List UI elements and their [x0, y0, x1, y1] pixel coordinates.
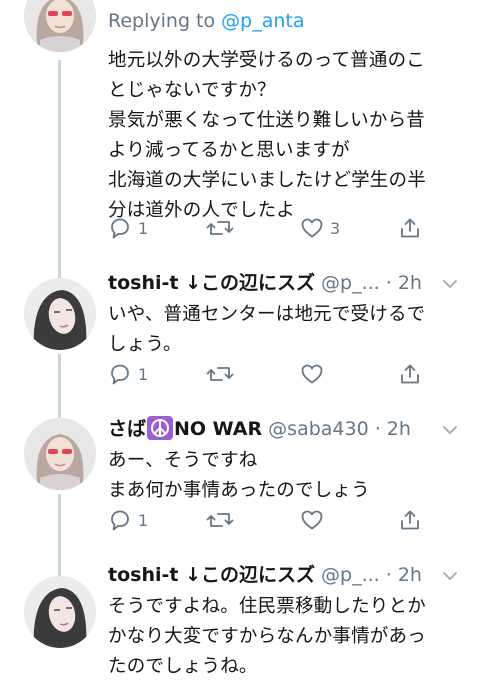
chevron-down-icon[interactable]	[442, 422, 458, 438]
like-button[interactable]	[300, 506, 324, 534]
avatar-toshi-t[interactable]	[24, 278, 96, 350]
thread-line	[58, 60, 61, 258]
tweet-header: toshi-t ↓この辺にスズ @p_... · 2h	[108, 560, 460, 590]
reply-button[interactable]: 1	[108, 360, 148, 388]
share-icon	[401, 218, 419, 238]
heart-icon	[301, 364, 323, 384]
retweet-button[interactable]	[206, 506, 234, 534]
retweet-icon	[206, 221, 234, 235]
tweet-actions: 1	[108, 360, 428, 388]
reply-icon	[111, 218, 129, 239]
tweet-1[interactable]: Replying to @p_anta 地元以外の大学受けるのって普通のこ とじ…	[0, 0, 480, 258]
reply-count: 1	[138, 218, 149, 238]
tweet-2[interactable]: toshi-t ↓この辺にスズ @p_... · 2h いや、普通センターは地元…	[0, 258, 480, 408]
avatar-saba[interactable]	[24, 418, 96, 490]
avatar-saba-image	[24, 0, 96, 52]
handle-timestamp[interactable]: @p_... · 2h	[321, 272, 422, 294]
tweet-text: あー、そうですね まあ何か事情あったのでしょう	[108, 450, 370, 501]
tweet-actions: 1	[108, 506, 428, 534]
tweet-text: 地元以外の大学受けるのって普通のこ とじゃないですか？ 景気が悪くなって仕送り難…	[108, 50, 426, 221]
avatar-toshi-t-image	[24, 278, 96, 350]
replying-to: Replying to @p_anta	[108, 6, 460, 36]
retweet-icon	[206, 513, 234, 527]
tweet-4[interactable]: toshi-t ↓この辺にスズ @p_... · 2h そうですよね。住民票移動…	[0, 556, 480, 677]
like-button[interactable]	[300, 360, 324, 388]
thread-line	[58, 354, 61, 408]
avatar-toshi-t-image	[24, 576, 96, 648]
thread-line	[58, 258, 61, 278]
handle-timestamp[interactable]: @p_... · 2h	[321, 564, 422, 586]
display-name[interactable]: toshi-t ↓この辺にスズ	[108, 272, 315, 294]
heart-icon	[301, 218, 323, 238]
retweet-button[interactable]	[206, 214, 234, 242]
like-count: 3	[330, 218, 341, 238]
reply-button[interactable]: 1	[108, 506, 148, 534]
chevron-down-icon[interactable]	[442, 568, 458, 584]
replying-label: Replying to	[108, 10, 222, 32]
avatar-toshi-t[interactable]	[24, 576, 96, 648]
reply-button[interactable]: 1	[108, 214, 148, 242]
like-button[interactable]: 3	[300, 214, 340, 242]
avatar-saba-image	[24, 418, 96, 490]
reply-count: 1	[138, 510, 149, 530]
heart-icon	[301, 510, 323, 530]
share-icon	[401, 364, 419, 384]
tweet-text: そうですよね。住民票移動したりとか かなり大変ですからなんか事情があっ たのでし…	[108, 596, 426, 677]
chevron-down-icon[interactable]	[442, 276, 458, 292]
share-button[interactable]	[398, 360, 422, 388]
share-icon	[401, 510, 419, 530]
handle-timestamp[interactable]: @saba430 · 2h	[268, 418, 411, 440]
tweet-actions: 1 3	[108, 214, 428, 242]
tweet-header: toshi-t ↓この辺にスズ @p_... · 2h	[108, 268, 460, 298]
reply-icon	[111, 510, 129, 531]
display-name[interactable]: さば NO WAR	[108, 416, 263, 440]
avatar-saba[interactable]	[24, 0, 96, 52]
reply-icon	[111, 364, 129, 385]
peace-symbol-icon	[147, 416, 174, 440]
display-name-suffix: NO WAR	[174, 418, 263, 440]
display-name[interactable]: toshi-t ↓この辺にスズ	[108, 564, 315, 586]
tweet-header: さば NO WAR @saba430 · 2h	[108, 414, 460, 444]
thread-line	[58, 494, 61, 556]
share-button[interactable]	[398, 214, 422, 242]
display-name-prefix: さば	[108, 418, 147, 440]
share-button[interactable]	[398, 506, 422, 534]
retweet-button[interactable]	[206, 360, 234, 388]
thread-line	[58, 408, 61, 418]
replying-handle-link[interactable]: @p_anta	[221, 10, 304, 32]
tweet-text: いや、普通センターは地元で受けるで しょう。	[108, 304, 426, 355]
retweet-icon	[206, 367, 234, 381]
thread-line	[58, 556, 61, 576]
tweet-3[interactable]: さば NO WAR @saba430 · 2h あー、そうですね まあ何か事情あっ…	[0, 408, 480, 556]
reply-count: 1	[138, 364, 149, 384]
